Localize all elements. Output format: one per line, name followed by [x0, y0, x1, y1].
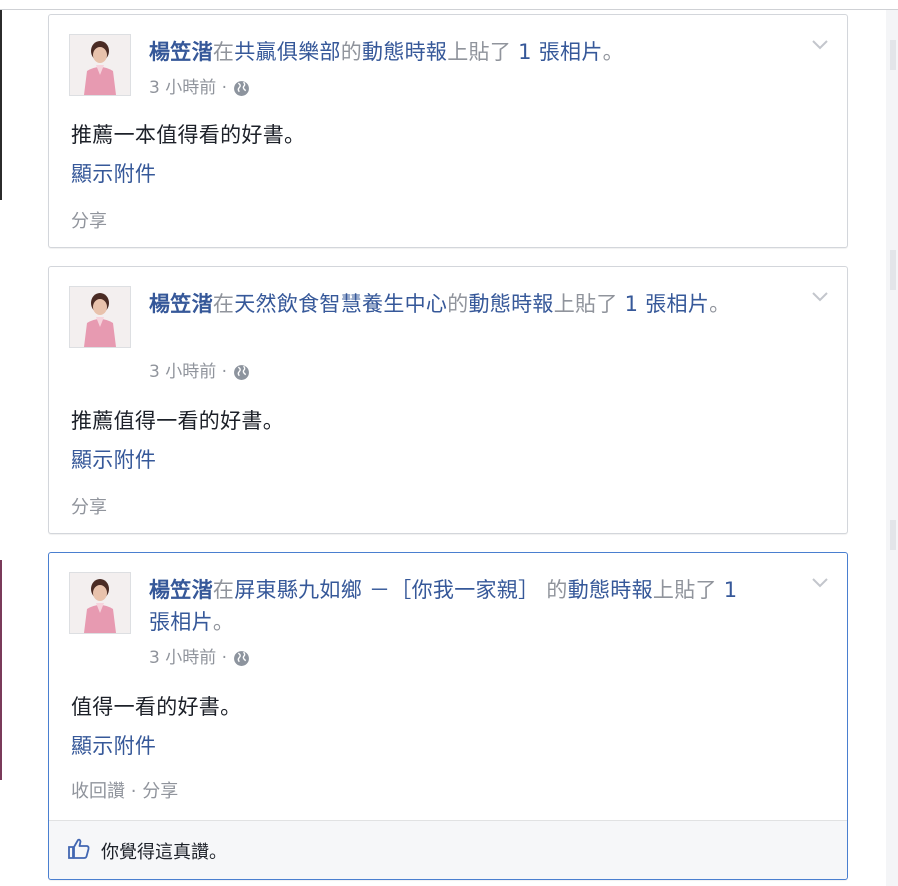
headline-text: 。 — [602, 40, 624, 64]
post-text: 推薦值得一看的好書。 — [71, 409, 284, 433]
headline-text: 在 — [212, 578, 235, 602]
post-text: 推薦一本值得看的好書。 — [71, 123, 306, 147]
share-link[interactable]: 分享 — [71, 497, 107, 518]
headline-text: 上貼了 — [652, 578, 717, 602]
avatar[interactable] — [69, 34, 131, 96]
post-headline: 楊笠湝在共贏俱樂部的動態時報上貼了 1 張相片。 — [149, 36, 761, 68]
show-attachment-link[interactable]: 顯示附件 — [71, 446, 156, 474]
post-meta: 3 小時前 · — [149, 77, 250, 99]
left-edge — [0, 10, 2, 200]
chevron-down-icon[interactable] — [811, 39, 829, 51]
post-headline: 楊笠湝在屏東縣九如鄉 －［你我一家親］ 的動態時報上貼了 1 張相片。 — [149, 574, 761, 638]
avatar[interactable] — [69, 286, 131, 348]
left-edge-lower — [0, 560, 2, 780]
globe-icon — [234, 80, 249, 96]
headline-text: 的 — [447, 292, 469, 316]
headline-text: 的 — [546, 578, 568, 602]
post-text: 值得一看的好書。 — [71, 695, 242, 719]
timestamp[interactable]: 3 小時前 · — [149, 77, 227, 99]
author-name[interactable]: 楊笠湝 — [149, 292, 213, 316]
headline-text: 的 — [340, 40, 363, 64]
author-name[interactable]: 楊笠湝 — [149, 578, 213, 602]
like-text[interactable]: 你覺得這真讚。 — [101, 838, 227, 864]
headline-text: 。 — [709, 292, 731, 316]
photo-count-link[interactable]: 1 張相片 — [625, 292, 710, 316]
headline-text: 在 — [212, 292, 235, 316]
feed-post: 楊笠湝在共贏俱樂部的動態時報上貼了 1 張相片。 3 小時前 · 推薦一本值得看… — [48, 14, 848, 248]
post-meta: 3 小時前 · — [149, 361, 250, 383]
headline-text: 上貼了 — [447, 40, 512, 64]
right-scroll-strip — [886, 10, 898, 886]
timeline-link[interactable]: 動態時報 — [362, 40, 447, 64]
post-actions: 收回讚 · 分享 — [71, 780, 178, 804]
timeline-link[interactable]: 動態時報 — [568, 578, 653, 602]
chevron-down-icon[interactable] — [811, 577, 829, 589]
avatar[interactable] — [69, 572, 131, 634]
page-link[interactable]: 共贏俱樂部 — [234, 40, 341, 64]
feed-post: 楊笠湝在天然飲食智慧養生中心的動態時報上貼了 1 張相片。 3 小時前 · 推薦… — [48, 266, 848, 534]
show-attachment-link[interactable]: 顯示附件 — [71, 160, 156, 188]
timestamp[interactable]: 3 小時前 · — [149, 647, 227, 669]
photo-count-link[interactable]: 1 張相片 — [518, 40, 603, 64]
globe-icon — [234, 650, 249, 666]
show-attachment-link[interactable]: 顯示附件 — [71, 732, 156, 760]
page-link[interactable]: 天然飲食智慧養生中心 — [234, 292, 447, 316]
share-link[interactable]: 分享 — [142, 781, 178, 802]
like-summary-bar: 你覺得這真讚。 — [49, 820, 847, 879]
share-link[interactable]: 分享 — [71, 211, 107, 232]
timestamp[interactable]: 3 小時前 · — [149, 361, 227, 383]
right-strip-mark — [890, 520, 896, 550]
post-actions: 分享 — [71, 496, 107, 520]
page-link[interactable]: 屏東縣九如鄉 －［你我一家親］ — [234, 578, 539, 602]
globe-icon — [234, 364, 249, 380]
right-strip-mark — [890, 250, 896, 290]
post-actions: 分享 — [71, 210, 107, 234]
post-meta: 3 小時前 · — [149, 647, 250, 669]
author-name[interactable]: 楊笠湝 — [149, 40, 213, 64]
top-border — [0, 0, 898, 10]
chevron-down-icon[interactable] — [811, 291, 829, 303]
right-strip-mark — [890, 40, 896, 70]
unlike-link[interactable]: 收回讚 — [71, 781, 125, 802]
post-headline: 楊笠湝在天然飲食智慧養生中心的動態時報上貼了 1 張相片。 — [149, 288, 761, 320]
separator: · — [130, 781, 137, 802]
thumbs-up-icon[interactable] — [67, 837, 91, 861]
timeline-link[interactable]: 動態時報 — [469, 292, 554, 316]
feed-post: 楊笠湝在屏東縣九如鄉 －［你我一家親］ 的動態時報上貼了 1 張相片。 3 小時… — [48, 552, 848, 880]
headline-text: 。 — [212, 610, 235, 634]
headline-text: 在 — [212, 40, 235, 64]
headline-text: 上貼了 — [553, 292, 618, 316]
